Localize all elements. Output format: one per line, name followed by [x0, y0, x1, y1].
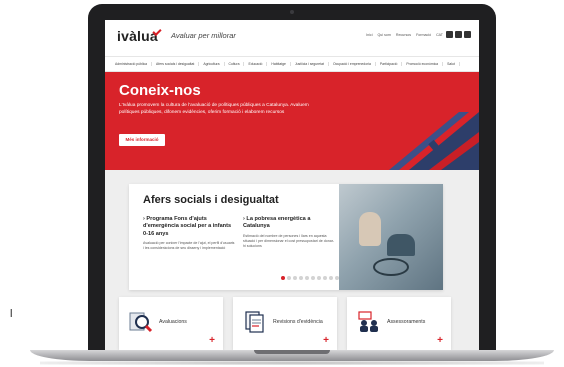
nav-item[interactable]: Cultura	[225, 61, 245, 67]
hero-text: L'Ivàlua promovem la cultura de l'avalua…	[119, 103, 309, 115]
tile-label: Avaluacions	[159, 319, 187, 325]
documents-icon	[245, 311, 264, 333]
nav-item[interactable]: Educació	[244, 61, 268, 67]
top-link-training[interactable]: Formació	[416, 33, 431, 37]
laptop-shadow	[40, 361, 544, 365]
carousel-dot[interactable]	[335, 276, 339, 280]
tile-evidence-reviews[interactable]: Revisions d'evidència +	[233, 297, 337, 350]
carousel-dots	[281, 276, 339, 280]
plus-icon[interactable]: +	[437, 336, 443, 346]
social-links	[446, 31, 471, 38]
top-link-resources[interactable]: Recursos	[396, 33, 411, 37]
plus-icon[interactable]: +	[209, 336, 215, 346]
tile-advisory[interactable]: Assessoraments +	[347, 297, 451, 350]
people-icon	[358, 311, 378, 332]
carousel-dot[interactable]	[293, 276, 297, 280]
carousel-dot[interactable]	[317, 276, 321, 280]
magnifier-icon	[129, 312, 153, 333]
stage: l ivàlua Avaluar per millorar Inici Qui …	[0, 0, 564, 367]
top-link-about[interactable]: Qui som	[378, 33, 391, 37]
site-header: ivàlua Avaluar per millorar Inici Qui so…	[105, 20, 479, 56]
carousel-dot[interactable]	[287, 276, 291, 280]
article-summary: Estimació del nombre de persones i llars…	[243, 233, 335, 248]
camera-icon	[290, 10, 294, 14]
nav-item[interactable]: Administració pública	[111, 61, 153, 67]
hero-decoration	[389, 112, 479, 170]
edge-text: l	[10, 308, 13, 320]
article-1[interactable]: › Programa Fons d'ajuts d'emergència soc…	[143, 216, 235, 251]
photo-figure	[359, 212, 381, 246]
more-info-button[interactable]: Més informació	[119, 134, 165, 146]
top-link-language[interactable]: CAT	[436, 33, 443, 37]
nav-item[interactable]: Participació	[376, 61, 403, 67]
tile-label: Assessoraments	[387, 319, 426, 325]
nav-item[interactable]: Promoció econòmica	[402, 61, 444, 67]
linkedin-icon[interactable]	[446, 31, 453, 38]
carousel-dot[interactable]	[305, 276, 309, 280]
nav-item[interactable]: Salut	[443, 61, 460, 67]
hero-title: Coneix-nos	[119, 82, 201, 99]
tile-evaluations[interactable]: Avaluacions +	[119, 297, 223, 350]
nav-item[interactable]: Ocupació i emprenedoria	[329, 61, 376, 67]
plus-icon[interactable]: +	[323, 336, 329, 346]
nav-item[interactable]: Afers socials i desigualtat	[152, 61, 200, 67]
twitter-icon[interactable]	[455, 31, 462, 38]
carousel-dot[interactable]	[281, 276, 285, 280]
browser-viewport: ivàlua Avaluar per millorar Inici Qui so…	[105, 20, 479, 350]
top-links: Inici Qui som Recursos Formació CAT	[366, 33, 443, 37]
article-heading[interactable]: › La pobresa energètica a Catalunya	[243, 216, 335, 231]
site-tagline: Avaluar per millorar	[171, 31, 236, 40]
article-heading[interactable]: › Programa Fons d'ajuts d'emergència soc…	[143, 216, 235, 238]
photo-figure	[387, 234, 415, 256]
feature-card: Afers socials i desigualtat › Programa F…	[129, 184, 443, 290]
youtube-icon[interactable]	[464, 31, 471, 38]
tile-label: Revisions d'evidència	[273, 319, 323, 325]
article-summary: Avaluació per conixer l'impacte de l'aju…	[143, 240, 235, 250]
top-link-home[interactable]: Inici	[366, 33, 372, 37]
carousel-dot[interactable]	[323, 276, 327, 280]
carousel-dot[interactable]	[311, 276, 315, 280]
carousel-dot[interactable]	[299, 276, 303, 280]
carousel-dot[interactable]	[329, 276, 333, 280]
photo-wheelchair	[373, 258, 409, 276]
site-logo[interactable]: ivàlua	[117, 28, 158, 44]
main-nav: Administració pública Afers socials i de…	[105, 56, 479, 72]
nav-item[interactable]: Habitatge	[267, 61, 291, 67]
nav-item[interactable]: Justiícia i seguretat	[291, 61, 329, 67]
laptop-notch	[254, 350, 330, 354]
feature-title: Afers socials i desigualtat	[143, 194, 279, 206]
article-2[interactable]: › La pobresa energètica a Catalunya Esti…	[243, 216, 335, 249]
nav-item[interactable]: Agricultura	[199, 61, 225, 67]
